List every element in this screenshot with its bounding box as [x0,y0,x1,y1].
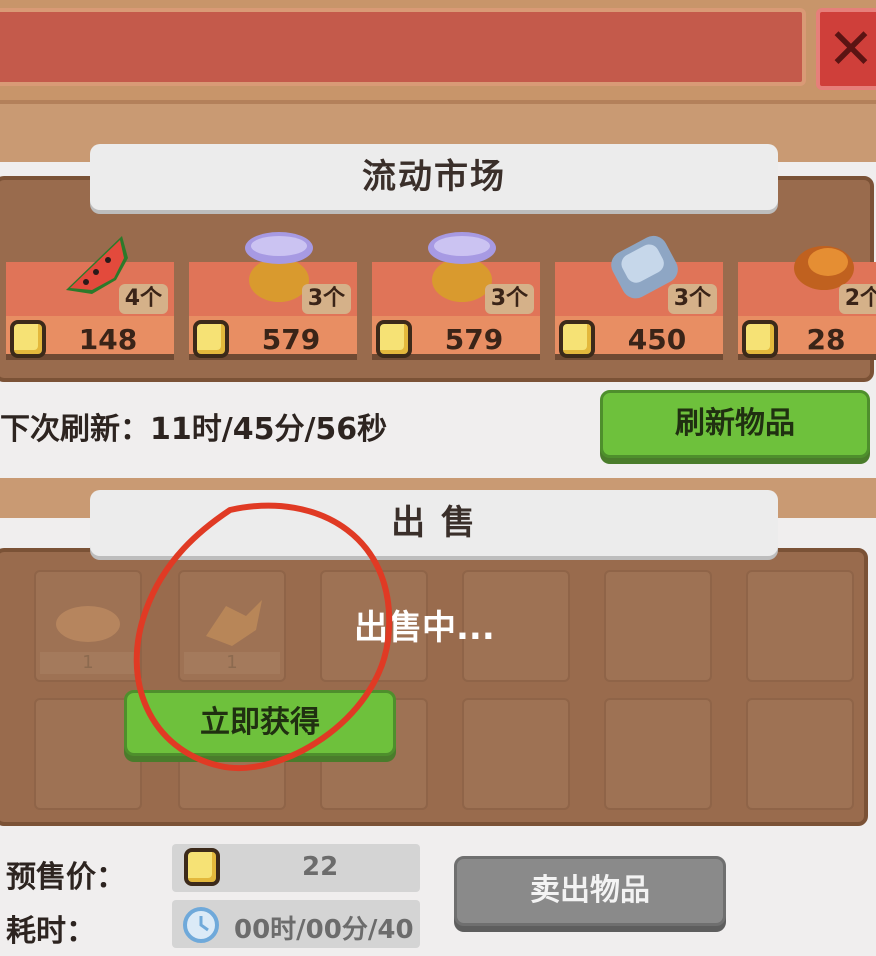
time-cost-label: 耗时： [6,914,96,949]
presale-price-value: 22 [302,852,339,882]
time-cost-value: 00时/00分/40 [234,915,414,945]
item-price: 450 [627,323,687,356]
item-quantity: 3个 [484,284,534,314]
sell-slot[interactable] [462,698,570,810]
presale-price-label: 预售价： [6,860,126,895]
refresh-items-button[interactable]: 刷新物品 [600,390,870,458]
sell-slot[interactable] [604,570,712,682]
sell-slot[interactable] [746,570,854,682]
window-title-bar [0,8,806,86]
coin-icon [193,320,229,358]
sell-items-button[interactable]: 卖出物品 [454,856,726,926]
bread-icon [56,606,120,642]
item-price: 148 [78,323,138,356]
coin-icon [559,320,595,358]
time-cost-box: 00时/00分/40 [172,900,420,948]
market-slot-1[interactable]: 4个 148 [6,236,174,366]
item-price: 579 [444,323,504,356]
close-x-icon: ✕ [827,16,875,82]
item-price: 28 [806,323,846,356]
clock-icon [183,907,219,943]
item-quantity: 4个 [118,284,168,314]
coin-icon [376,320,412,358]
market-slot-4[interactable]: 3个 450 [555,235,723,366]
item-quantity: 2个 [838,284,876,314]
sell-slot[interactable] [604,698,712,810]
coin-icon [184,848,220,886]
item-quantity: 3个 [301,284,351,314]
market-title: 流动市场 [90,144,778,210]
market-slot-2[interactable]: 3个 579 [189,232,357,366]
item-quantity: 3个 [667,284,717,314]
close-button[interactable]: ✕ [816,8,876,90]
sell-info-area [0,828,876,956]
market-slot-5[interactable]: 2个 28 [738,246,876,366]
item-price: 579 [261,323,321,356]
sell-slot[interactable] [746,698,854,810]
coin-icon [10,320,46,358]
presale-price-box: 22 [172,844,420,892]
coin-icon [742,320,778,358]
next-refresh-timer: 下次刷新：11时/45分/56秒 [0,412,388,447]
market-slot-3[interactable]: 3个 579 [372,232,540,366]
annotation-circle [133,502,393,771]
